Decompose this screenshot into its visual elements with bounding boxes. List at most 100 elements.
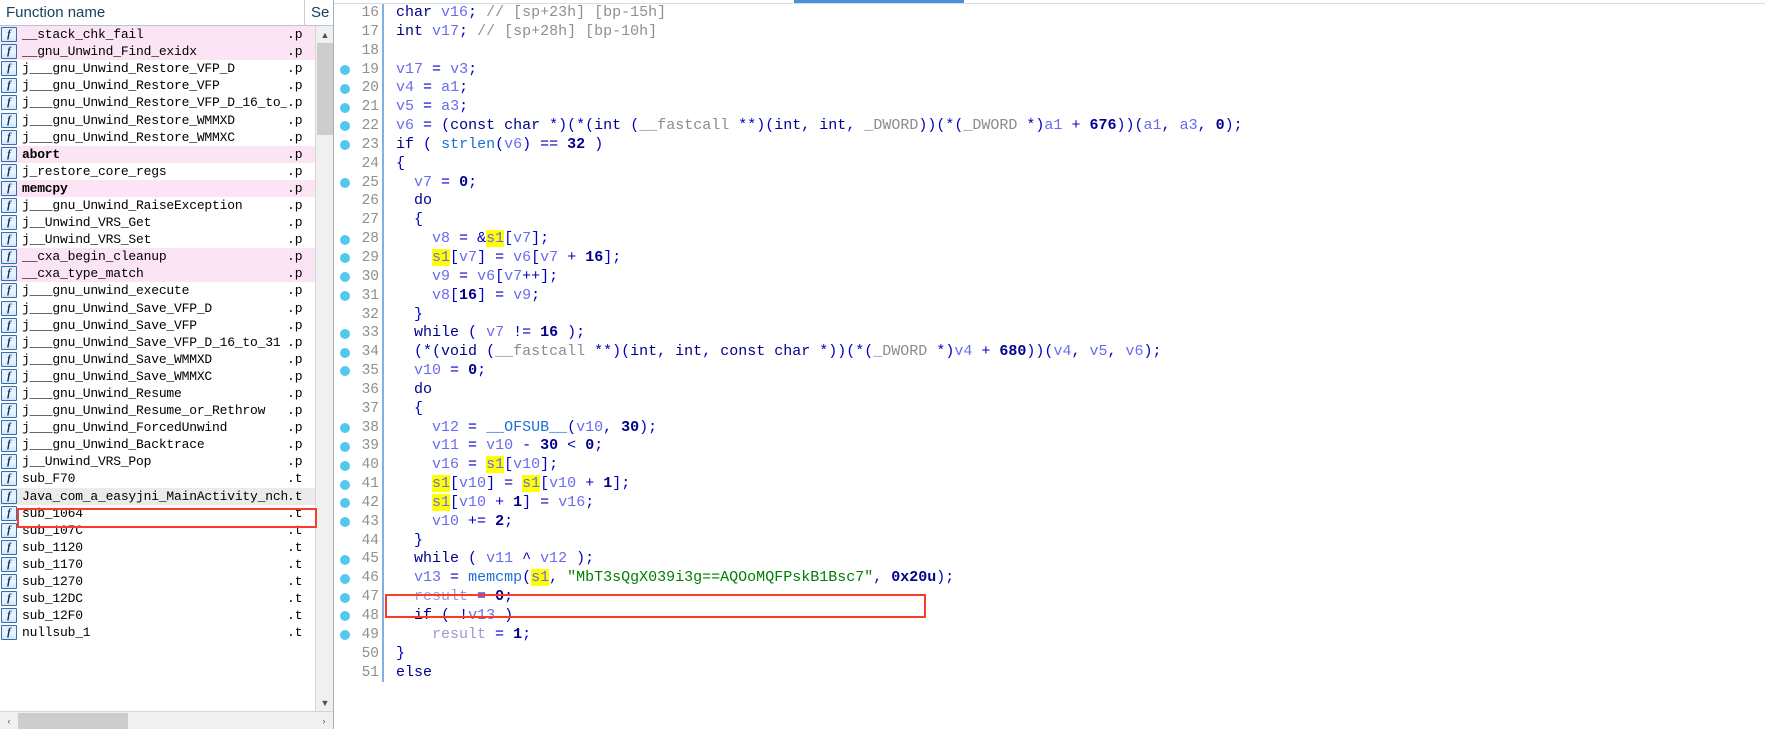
breakpoint-marker-icon[interactable]	[334, 64, 356, 75]
function-list-item[interactable]: f sub_1270 .t	[0, 573, 315, 590]
function-list-item[interactable]: f abort .p	[0, 145, 315, 163]
code-line[interactable]: 35 v10 = 0;	[334, 362, 1765, 381]
function-list-item[interactable]: f sub_107C .t	[0, 522, 315, 539]
code-line[interactable]: 34 (*(void (__fastcall **)(int, int, con…	[334, 343, 1765, 363]
breakpoint-marker-icon[interactable]	[334, 102, 356, 113]
function-list-item[interactable]: f sub_12DC .t	[0, 590, 315, 607]
code-line[interactable]: 24 {	[334, 154, 1765, 174]
breakpoint-marker-icon[interactable]	[334, 366, 356, 377]
code-line[interactable]: 44 }	[334, 531, 1765, 551]
function-list-item[interactable]: f Java_com_a_easyjni_MainActivity_nch⋯ .t	[0, 487, 315, 505]
breakpoint-marker-icon[interactable]	[334, 611, 356, 622]
function-list-item[interactable]: f j___gnu_Unwind_Resume .p	[0, 385, 315, 402]
functions-list[interactable]: f __stack_chk_fail .p f __gnu_Unwind_Find_ex…	[0, 26, 315, 711]
breakpoint-marker-icon[interactable]	[334, 630, 356, 641]
breakpoint-marker-icon[interactable]	[334, 291, 356, 302]
function-list-item[interactable]: f j___gnu_Unwind_Restore_VFP_D .p	[0, 60, 315, 77]
breakpoint-marker-icon[interactable]	[334, 328, 356, 339]
function-list-item[interactable]: f j___gnu_Unwind_Save_WMMXC .p	[0, 368, 315, 385]
breakpoint-marker-icon[interactable]	[334, 441, 356, 452]
code-line[interactable]: 45 while ( v11 ^ v12 );	[334, 550, 1765, 570]
functions-vertical-scrollbar[interactable]: ▲ ▼	[315, 26, 333, 711]
function-list-item[interactable]: f j__Unwind_VRS_Pop .p	[0, 453, 315, 470]
function-list-item[interactable]: f __stack_chk_fail .p	[0, 26, 315, 44]
scroll-left-button[interactable]: ‹	[0, 712, 18, 729]
code-line[interactable]: 20 v4 = a1;	[334, 79, 1765, 99]
code-line[interactable]: 41 s1[v10] = s1[v10 + 1];	[334, 475, 1765, 494]
code-line[interactable]: 36 do	[334, 380, 1765, 400]
function-list-item[interactable]: f sub_1120 .t	[0, 539, 315, 556]
breakpoint-marker-icon[interactable]	[334, 253, 356, 264]
code-line[interactable]: 29 s1[v7] = v6[v7 + 16];	[334, 248, 1765, 268]
function-list-item[interactable]: f j___gnu_Unwind_Save_VFP_D .p	[0, 300, 315, 317]
pseudocode-text-area[interactable]: 16 char v16; // [sp+23h] [bp-15h] 17 int v1…	[334, 4, 1765, 729]
breakpoint-marker-icon[interactable]	[334, 517, 356, 528]
scroll-right-button[interactable]: ›	[315, 712, 333, 729]
function-list-item[interactable]: f j___gnu_Unwind_ForcedUnwind .p	[0, 419, 315, 436]
function-list-item[interactable]: f j_restore_core_regs .p	[0, 163, 315, 180]
function-list-item[interactable]: f __cxa_type_match .p	[0, 265, 315, 283]
code-line[interactable]: 17 int v17; // [sp+28h] [bp-10h]	[334, 22, 1765, 42]
breakpoint-marker-icon[interactable]	[334, 592, 356, 603]
code-line[interactable]: 40 v16 = s1[v10];	[334, 456, 1765, 476]
code-line[interactable]: 48 if ( !v13 )	[334, 607, 1765, 626]
function-list-item[interactable]: f j__Unwind_VRS_Get .p	[0, 214, 315, 231]
code-line[interactable]: 33 while ( v7 != 16 );	[334, 324, 1765, 344]
breakpoint-marker-icon[interactable]	[334, 422, 356, 433]
code-line[interactable]: 26 do	[334, 192, 1765, 212]
function-list-item[interactable]: f sub_12F0 .t	[0, 607, 315, 624]
functions-horizontal-scrollbar[interactable]: ‹ ›	[0, 711, 333, 729]
function-list-item[interactable]: f memcpy .p	[0, 179, 315, 197]
code-line[interactable]: 37 {	[334, 399, 1765, 419]
function-list-item[interactable]: f j___gnu_Unwind_Backtrace .p	[0, 436, 315, 453]
column-header-segment[interactable]: Se	[305, 0, 333, 26]
code-line[interactable]: 27 {	[334, 211, 1765, 231]
functions-hscroll-thumb[interactable]	[18, 713, 128, 729]
function-list-item[interactable]: f j___gnu_Unwind_Restore_WMMXC .p	[0, 129, 315, 146]
function-list-item[interactable]: f j___gnu_Unwind_Save_VFP .p	[0, 317, 315, 334]
breakpoint-marker-icon[interactable]	[334, 83, 356, 94]
breakpoint-marker-icon[interactable]	[334, 347, 356, 358]
code-line[interactable]: 28 v8 = &s1[v7];	[334, 230, 1765, 249]
breakpoint-marker-icon[interactable]	[334, 460, 356, 471]
code-line[interactable]: 49 result = 1;	[334, 625, 1765, 645]
code-line[interactable]: 16 char v16; // [sp+23h] [bp-15h]	[334, 4, 1765, 23]
breakpoint-marker-icon[interactable]	[334, 140, 356, 151]
function-list-item[interactable]: f j___gnu_Unwind_RaiseException .p	[0, 197, 315, 214]
function-list-item[interactable]: f __gnu_Unwind_Find_exidx .p	[0, 43, 315, 61]
breakpoint-marker-icon[interactable]	[334, 573, 356, 584]
function-list-item[interactable]: f j__Unwind_VRS_Set .p	[0, 231, 315, 248]
functions-vscroll-thumb[interactable]	[317, 43, 333, 135]
code-line[interactable]: 51 else	[334, 663, 1765, 683]
scroll-up-button[interactable]: ▲	[316, 26, 333, 43]
function-list-item[interactable]: f j___gnu_Unwind_Restore_VFP_D_16_to_31 .p	[0, 94, 315, 111]
function-list-item[interactable]: f j___gnu_Unwind_Save_WMMXD .p	[0, 351, 315, 368]
code-line[interactable]: 43 v10 += 2;	[334, 512, 1765, 532]
function-list-item[interactable]: f j___gnu_Unwind_Save_VFP_D_16_to_31 .p	[0, 334, 315, 351]
breakpoint-marker-icon[interactable]	[334, 121, 356, 132]
function-list-item[interactable]: f j___gnu_unwind_execute .p	[0, 282, 315, 299]
column-header-function-name[interactable]: Function name	[0, 0, 305, 26]
code-line[interactable]: 47 result = 0;	[334, 588, 1765, 607]
code-line[interactable]: 32 }	[334, 305, 1765, 325]
scroll-down-button[interactable]: ▼	[316, 694, 333, 711]
code-line[interactable]: 50}	[334, 644, 1765, 664]
function-list-item[interactable]: f sub_F70 .t	[0, 470, 315, 487]
function-list-item[interactable]: f nullsub_1 .t	[0, 624, 315, 641]
function-list-item[interactable]: f j___gnu_Unwind_Restore_VFP .p	[0, 77, 315, 94]
code-line[interactable]: 39 v11 = v10 - 30 < 0;	[334, 437, 1765, 457]
code-line[interactable]: 42 s1[v10 + 1] = v16;	[334, 493, 1765, 513]
code-line[interactable]: 46 v13 = memcmp(s1, "MbT3sQgX039i3g==AQO…	[334, 569, 1765, 589]
function-list-item[interactable]: f j___gnu_Unwind_Resume_or_Rethrow .p	[0, 402, 315, 419]
code-line[interactable]: 22 v6 = (const char *)(*(int (__fastcall …	[334, 117, 1765, 136]
code-line[interactable]: 31 v8[16] = v9;	[334, 286, 1765, 306]
code-line[interactable]: 30 v9 = v6[v7++];	[334, 267, 1765, 287]
code-line[interactable]: 25 v7 = 0;	[334, 173, 1765, 193]
code-line[interactable]: 23 if ( strlen(v6) == 32 )	[334, 135, 1765, 155]
code-line[interactable]: 19 v17 = v3;	[334, 60, 1765, 80]
breakpoint-marker-icon[interactable]	[334, 272, 356, 283]
breakpoint-marker-icon[interactable]	[334, 234, 356, 245]
function-list-item[interactable]: f sub_1064 .t	[0, 505, 315, 522]
breakpoint-marker-icon[interactable]	[334, 498, 356, 509]
function-list-item[interactable]: f sub_1170 .t	[0, 556, 315, 573]
